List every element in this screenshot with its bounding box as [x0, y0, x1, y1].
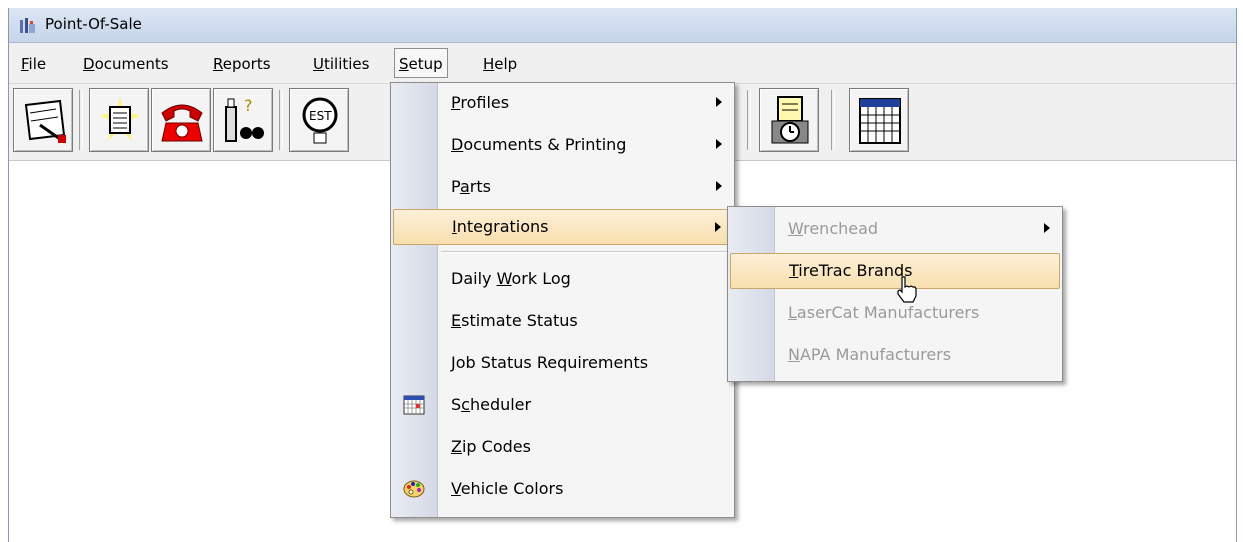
- estimate-icon: EST: [302, 97, 338, 144]
- title-bar: Point-Of-Sale: [9, 8, 1236, 43]
- submenu-arrow-icon: [716, 97, 722, 107]
- time-clock-icon: [771, 96, 809, 144]
- submenu-arrow-icon: [716, 139, 722, 149]
- toolbar-button-new-document[interactable]: [89, 88, 149, 152]
- submenu-arrow-icon: [715, 222, 721, 232]
- menu-item-documents-printing[interactable]: Documents & Printing: [393, 127, 732, 163]
- submenu-arrow-icon: [716, 181, 722, 191]
- svg-text:EST: EST: [309, 109, 332, 123]
- toolbar-button-estimate[interactable]: EST: [289, 88, 349, 152]
- toolbar-button-time-clock[interactable]: [759, 88, 819, 152]
- submenu-arrow-icon: [1044, 223, 1050, 233]
- calendar-icon: [403, 395, 425, 415]
- phone-icon: [161, 104, 203, 142]
- menu-item-integrations[interactable]: Integrations: [393, 209, 732, 245]
- menu-item-vehicle-colors[interactable]: Vehicle Colors: [393, 471, 732, 507]
- mouse-cursor-hand-icon: [897, 276, 917, 303]
- menu-item-scheduler[interactable]: Scheduler: [393, 387, 732, 423]
- new-document-icon: [100, 97, 140, 141]
- svg-text:?: ?: [244, 96, 253, 115]
- toolbar-button-lookup[interactable]: ?: [213, 88, 273, 152]
- menu-documents[interactable]: Documents: [79, 51, 173, 73]
- clipboard-pen-icon: [24, 99, 66, 143]
- calendar-grid-icon: [859, 98, 901, 144]
- palette-icon: [403, 480, 425, 498]
- menu-item-estimate-status[interactable]: Estimate Status: [393, 303, 732, 339]
- menu-item-zip-codes[interactable]: Zip Codes: [393, 429, 732, 465]
- menu-reports[interactable]: Reports: [209, 51, 275, 73]
- menu-item-daily-work-log[interactable]: Daily Work Log: [393, 261, 732, 297]
- menu-bar: File Documents Reports Utilities Setup H…: [9, 43, 1236, 84]
- setup-menu: Profiles Documents & Printing Parts Inte…: [390, 82, 735, 518]
- toolbar-button-signin[interactable]: [13, 88, 73, 152]
- menu-setup[interactable]: Setup: [394, 48, 448, 78]
- menu-help[interactable]: Help: [479, 51, 521, 73]
- toolbar-button-calendar[interactable]: [849, 88, 909, 152]
- app-icon: [20, 18, 35, 33]
- menu-item-wrenchead[interactable]: Wrenchead: [730, 211, 1060, 247]
- menu-utilities[interactable]: Utilities: [309, 51, 373, 73]
- menu-item-napa-manufacturers[interactable]: NAPA Manufacturers: [730, 337, 1060, 373]
- lookup-binoculars-icon: ?: [225, 96, 264, 142]
- menu-item-job-status-requirements[interactable]: Job Status Requirements: [393, 345, 732, 381]
- menu-file[interactable]: File: [17, 51, 50, 73]
- window-title: Point-Of-Sale: [45, 15, 142, 33]
- toolbar-button-phone[interactable]: [151, 88, 211, 152]
- menu-item-profiles[interactable]: Profiles: [393, 85, 732, 121]
- menu-item-parts[interactable]: Parts: [393, 169, 732, 205]
